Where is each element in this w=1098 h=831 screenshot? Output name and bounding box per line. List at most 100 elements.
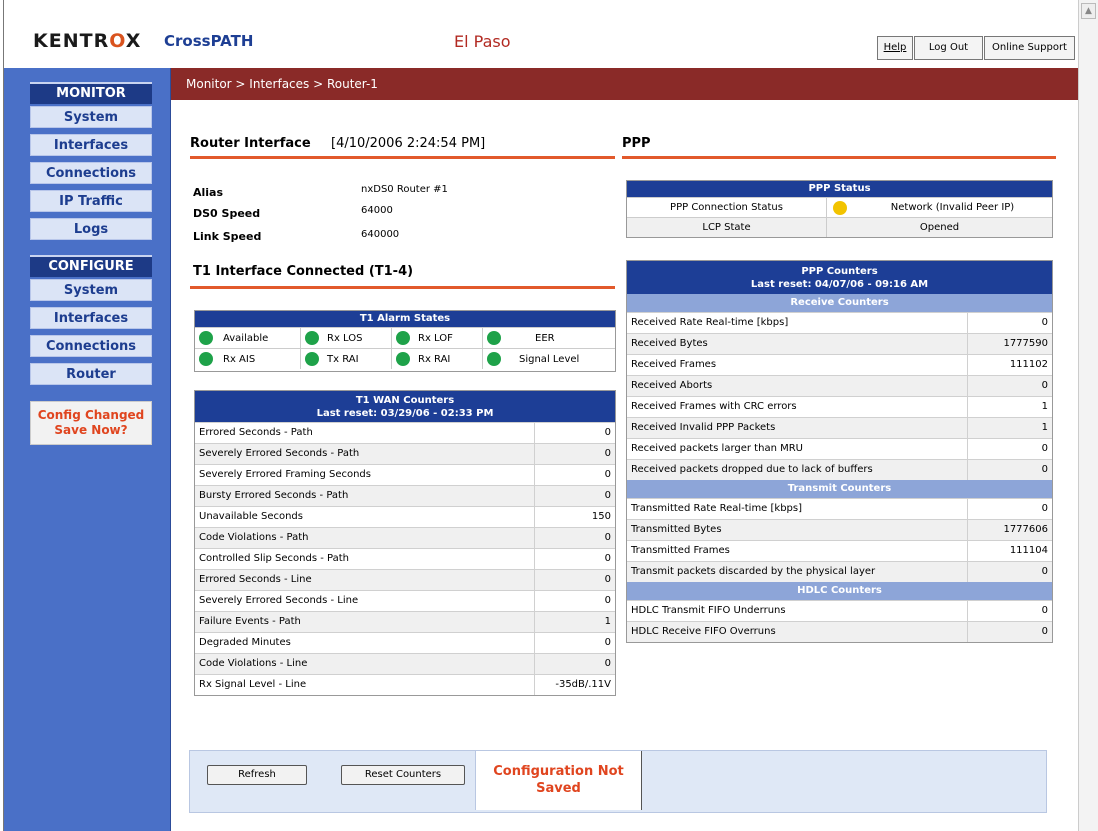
transmit-rows: Transmitted Rate Real-time [kbps] 0 Transm… xyxy=(627,498,1052,582)
counter-value: 0 xyxy=(1041,605,1048,616)
logout-button[interactable]: Log Out xyxy=(914,36,983,60)
wan-title: T1 WAN Counters xyxy=(355,395,455,406)
lcp-state-label: LCP State xyxy=(627,218,827,237)
sidebar-item-monitor-connections[interactable]: Connections xyxy=(30,162,152,184)
config-changed-link[interactable]: Config Changed Save Now? xyxy=(30,401,152,445)
table-row: Received Frames 111102 xyxy=(627,354,1052,375)
counter-label: HDLC Transmit FIFO Underruns xyxy=(627,601,968,621)
ppp-counters-reset: Last reset: 04/07/06 - 09:16 AM xyxy=(750,279,929,290)
link-speed-label: Link Speed xyxy=(193,230,262,243)
sidebar-item-logs[interactable]: Logs xyxy=(30,218,152,240)
lcp-state-value: Opened xyxy=(919,222,960,233)
counter-value: 0 xyxy=(604,448,611,459)
table-row: Errored Seconds - Path 0 xyxy=(195,422,615,443)
sidebar-item-configure-connections[interactable]: Connections xyxy=(30,335,152,357)
wan-rows: Errored Seconds - Path 0 Severely Errored … xyxy=(195,422,615,695)
status-dot-icon xyxy=(396,331,410,345)
monitor-section-title: MONITOR xyxy=(30,82,152,104)
help-button[interactable]: Help xyxy=(877,36,913,60)
ppp-underline xyxy=(622,156,1056,159)
sidebar: MONITOR System Interfaces Connections IP… xyxy=(4,68,171,831)
ppp-status-table: PPP Status PPP Connection Status Network… xyxy=(626,180,1053,238)
counter-label: Received Frames xyxy=(627,355,968,375)
alarm-rx-ais: Rx AIS xyxy=(195,349,301,369)
sidebar-item-monitor-interfaces[interactable]: Interfaces xyxy=(30,134,152,156)
ppp-connection-status-row: PPP Connection Status Network (Invalid P… xyxy=(627,197,1052,217)
router-underline xyxy=(190,156,615,159)
alarm-label: Available xyxy=(223,332,269,344)
alarm-label: Tx RAI xyxy=(327,353,359,365)
table-row: Errored Seconds - Line 0 xyxy=(195,569,615,590)
status-dot-icon xyxy=(305,352,319,366)
online-support-button[interactable]: Online Support xyxy=(984,36,1075,60)
table-row: Severely Errored Seconds - Line 0 xyxy=(195,590,615,611)
counter-label: Rx Signal Level - Line xyxy=(195,675,535,695)
status-dot-icon xyxy=(487,352,501,366)
ppp-counters-header: PPP Counters Last reset: 04/07/06 - 09:1… xyxy=(627,261,1052,294)
ppp-connection-status-value: Network (Invalid Peer IP) xyxy=(890,202,1015,213)
counter-label: Transmit packets discarded by the physic… xyxy=(627,562,968,582)
counter-label: Errored Seconds - Path xyxy=(195,423,535,443)
alias-label: Alias xyxy=(193,186,224,199)
sidebar-item-router[interactable]: Router xyxy=(30,363,152,385)
counter-label: Received Rate Real-time [kbps] xyxy=(627,313,968,333)
receive-rows: Received Rate Real-time [kbps] 0 Received … xyxy=(627,312,1052,480)
alarm-label: Rx LOS xyxy=(327,332,363,344)
alarm-label: Rx AIS xyxy=(223,353,256,365)
counter-label: Received Aborts xyxy=(627,376,968,396)
alarm-label: Rx LOF xyxy=(418,332,453,344)
alarm-eer: EER xyxy=(483,328,615,348)
counter-value: 0 xyxy=(604,637,611,648)
counter-label: Received packets dropped due to lack of … xyxy=(627,460,968,480)
wan-table-header: T1 WAN Counters Last reset: 03/29/06 - 0… xyxy=(195,391,615,422)
counter-value: 1777590 xyxy=(1003,338,1048,349)
counter-label: Transmitted Rate Real-time [kbps] xyxy=(627,499,968,519)
table-row: Bursty Errored Seconds - Path 0 xyxy=(195,485,615,506)
counter-label: Failure Events - Path xyxy=(195,612,535,632)
counter-label: Received Invalid PPP Packets xyxy=(627,418,968,438)
save-now-text: Save Now? xyxy=(54,423,128,437)
counter-label: Bursty Errored Seconds - Path xyxy=(195,486,535,506)
t1-alarm-table: T1 Alarm States Available Rx LOS Rx LOF … xyxy=(194,310,616,372)
sidebar-item-configure-system[interactable]: System xyxy=(30,279,152,301)
scrollbar[interactable]: ▲ xyxy=(1078,0,1098,831)
sidebar-item-monitor-system[interactable]: System xyxy=(30,106,152,128)
counter-label: HDLC Receive FIFO Overruns xyxy=(627,622,968,642)
status-dot-icon xyxy=(487,331,501,345)
status-dot-icon xyxy=(199,331,213,345)
counter-label: Received Frames with CRC errors xyxy=(627,397,968,417)
reset-counters-button[interactable]: Reset Counters xyxy=(341,765,465,785)
sidebar-item-configure-interfaces[interactable]: Interfaces xyxy=(30,307,152,329)
t1-interface-title: T1 Interface Connected (T1-4) xyxy=(193,264,414,279)
counter-value: 0 xyxy=(1041,566,1048,577)
sidebar-item-ip-traffic[interactable]: IP Traffic xyxy=(30,190,152,212)
counter-value: 0 xyxy=(604,490,611,501)
table-row: Received packets larger than MRU 0 xyxy=(627,438,1052,459)
receive-counters-header: Receive Counters xyxy=(627,294,1052,312)
alarm-available: Available xyxy=(195,328,301,348)
hdlc-rows: HDLC Transmit FIFO Underruns 0 HDLC Receiv… xyxy=(627,600,1052,642)
refresh-button[interactable]: Refresh xyxy=(207,765,307,785)
counter-label: Errored Seconds - Line xyxy=(195,570,535,590)
alarm-label: EER xyxy=(535,332,555,344)
counter-value: 0 xyxy=(604,658,611,669)
hdlc-counters-header: HDLC Counters xyxy=(627,582,1052,600)
breadcrumb: Monitor > Interfaces > Router-1 xyxy=(186,77,378,91)
kentrox-logo: KENTROX xyxy=(33,30,142,52)
counter-value: -35dB/.11V xyxy=(555,679,611,690)
table-row: Received packets dropped due to lack of … xyxy=(627,459,1052,480)
alarm-label: Rx RAI xyxy=(418,353,451,365)
table-row: Degraded Minutes 0 xyxy=(195,632,615,653)
main-content: Router Interface [4/10/2006 2:24:54 PM] … xyxy=(171,100,1078,831)
transmit-counters-header: Transmit Counters xyxy=(627,480,1052,498)
table-row: Transmitted Frames 111104 xyxy=(627,540,1052,561)
counter-value: 0 xyxy=(604,553,611,564)
alarm-rx-los: Rx LOS xyxy=(301,328,392,348)
alarm-row-2: Rx AIS Tx RAI Rx RAI Signal Level xyxy=(195,348,615,369)
counter-value: 0 xyxy=(1041,317,1048,328)
counter-label: Received packets larger than MRU xyxy=(627,439,968,459)
ppp-connection-status-label: PPP Connection Status xyxy=(627,198,827,217)
scroll-up-icon[interactable]: ▲ xyxy=(1081,3,1096,19)
product-name: CrossPATH xyxy=(164,32,254,50)
ds0-speed-value: 64000 xyxy=(361,205,393,216)
